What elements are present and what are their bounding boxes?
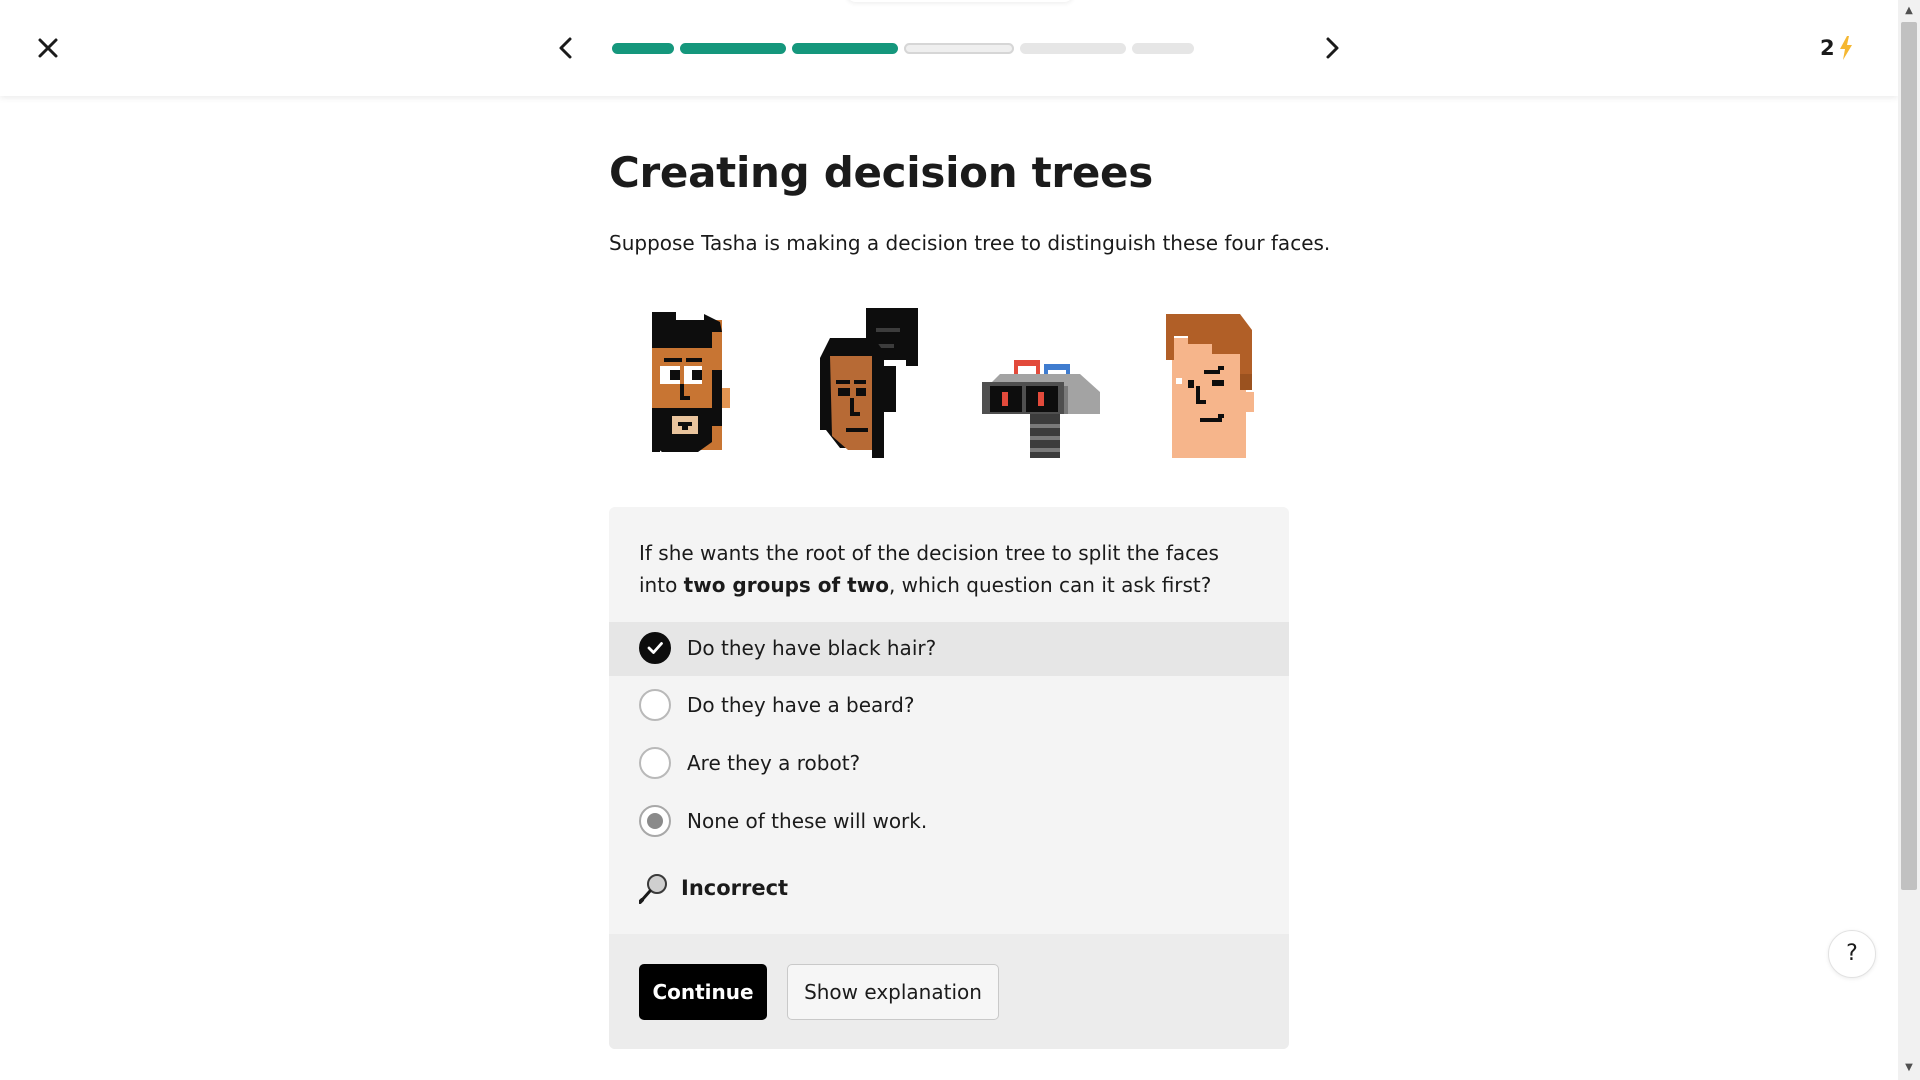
progress-segment (612, 43, 674, 54)
previous-step-button[interactable] (548, 30, 584, 66)
lesson-intro: Suppose Tasha is making a decision tree … (609, 231, 1331, 255)
close-icon (38, 38, 58, 58)
question-text: If she wants the root of the decision tr… (639, 537, 1259, 601)
streak-count: 2 (1820, 36, 1835, 60)
checkmark-icon (647, 642, 663, 654)
chevron-right-icon (1326, 37, 1339, 59)
option-beard[interactable]: Do they have a beard? (609, 679, 1289, 733)
face-robot (982, 360, 1100, 458)
option-label: None of these will work. (687, 809, 928, 833)
help-button[interactable]: ? (1828, 930, 1876, 978)
streak-counter: 2 (1820, 32, 1853, 64)
lightning-bolt-icon (1839, 36, 1852, 60)
option-robot[interactable]: Are they a robot? (609, 737, 1289, 791)
option-none-will-work[interactable]: None of these will work. (609, 795, 1289, 849)
face-woman-black-hair (820, 308, 918, 458)
question-emphasis: two groups of two (683, 573, 889, 597)
option-label: Do they have a beard? (687, 693, 915, 717)
option-label: Do they have black hair? (687, 636, 937, 660)
top-bar: 2 (0, 0, 1898, 96)
scrollbar-thumb[interactable] (1901, 22, 1917, 890)
progress-segment (1020, 43, 1126, 54)
radio-unselected[interactable] (639, 689, 671, 721)
scroll-down-arrow[interactable]: ▼ (1901, 1060, 1917, 1076)
progress-segment (680, 43, 786, 54)
lesson-title: Creating decision trees (609, 148, 1153, 197)
next-step-button[interactable] (1314, 30, 1350, 66)
radio-checked[interactable] (639, 632, 671, 664)
scroll-up-arrow[interactable]: ▲ (1901, 3, 1917, 19)
face-brown-hair-man (1166, 314, 1254, 458)
show-explanation-button[interactable]: Show explanation (787, 964, 999, 1020)
card-footer: Continue Show explanation (609, 934, 1289, 1049)
option-black-hair[interactable]: Do they have black hair? (609, 622, 1289, 676)
magnifier-incorrect-icon (639, 874, 667, 904)
close-button[interactable] (30, 30, 66, 66)
faces-row (640, 308, 1280, 458)
radio-chosen[interactable] (639, 805, 671, 837)
chevron-left-icon (559, 37, 572, 59)
feedback-text: Incorrect (681, 876, 789, 900)
option-label: Are they a robot? (687, 751, 861, 775)
feedback-row: Incorrect (639, 871, 788, 905)
progress-segment (904, 43, 1014, 54)
radio-unselected[interactable] (639, 747, 671, 779)
question-text-part: , which question can it ask first? (888, 573, 1212, 597)
progress-segment (1132, 43, 1194, 54)
top-tab-handle (846, 0, 1074, 2)
continue-button[interactable]: Continue (639, 964, 767, 1020)
face-bearded-man (652, 312, 730, 452)
progress-segment (792, 43, 898, 54)
question-card: If she wants the root of the decision tr… (609, 507, 1289, 1049)
